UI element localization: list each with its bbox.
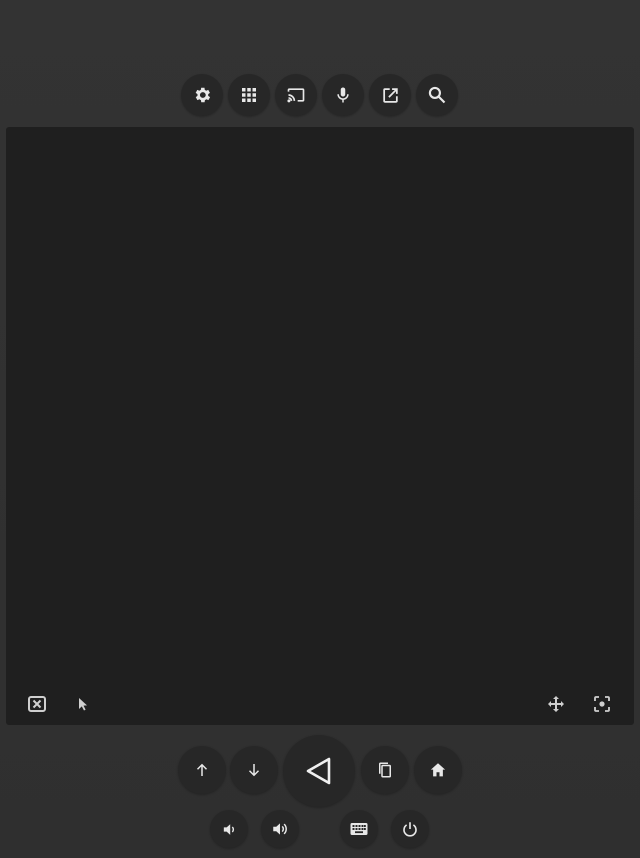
arrow-down-button[interactable] [230,746,278,794]
home-icon [430,763,446,777]
power-icon [403,822,417,837]
cast-icon [287,88,305,103]
overview-icon [379,762,391,778]
search-button[interactable] [416,74,458,116]
volume-up-icon [273,823,287,835]
keyboard-icon [350,823,368,835]
settings-icon [195,87,211,103]
apps-grid-icon [242,88,256,102]
pointer-button[interactable] [70,691,96,717]
volume-down-icon [223,823,234,835]
move-icon [548,696,564,712]
device-screen[interactable] [6,127,634,725]
screenshot-button[interactable] [589,691,615,717]
arrow-up-icon [196,763,208,776]
back-button[interactable] [283,735,355,807]
search-icon [428,86,446,104]
open-external-icon [382,87,398,103]
close-box-icon [28,696,46,712]
microphone-button[interactable] [322,74,364,116]
apps-button[interactable] [228,74,270,116]
volume-down-button[interactable] [210,810,248,848]
screenshot-icon [594,696,610,712]
arrow-down-icon [248,764,260,777]
power-button[interactable] [391,810,429,848]
move-button[interactable] [543,691,569,717]
arrow-up-button[interactable] [178,746,226,794]
settings-button[interactable] [181,74,223,116]
back-triangle-icon [306,757,331,785]
microphone-icon [337,87,349,103]
close-box-button[interactable] [24,691,50,717]
open-external-button[interactable] [369,74,411,116]
volume-up-button[interactable] [261,810,299,848]
pointer-icon [79,698,87,711]
home-button[interactable] [414,746,462,794]
cast-button[interactable] [275,74,317,116]
keyboard-button[interactable] [340,810,378,848]
overview-button[interactable] [361,746,409,794]
